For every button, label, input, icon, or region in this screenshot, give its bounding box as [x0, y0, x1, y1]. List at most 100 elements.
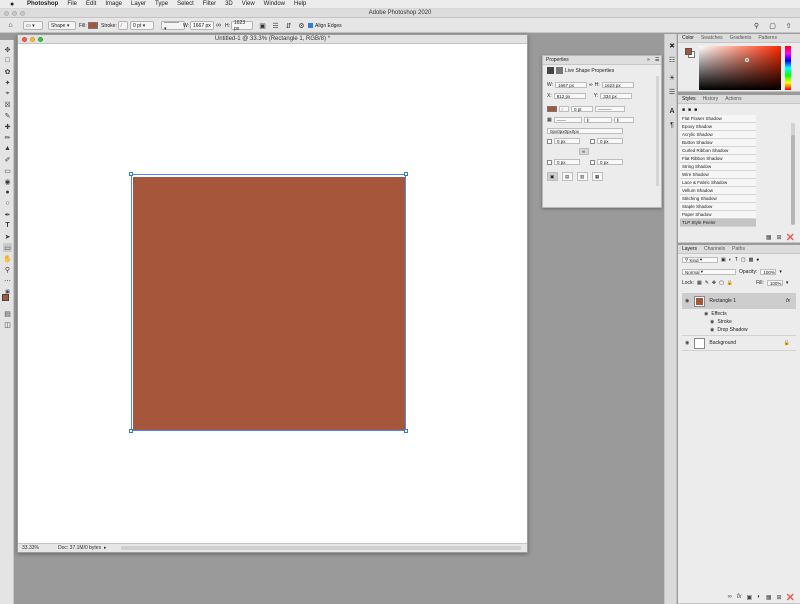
- style-item[interactable]: Vellum Shadow: [680, 187, 756, 195]
- tool-preset-picker[interactable]: ▭ ▾: [23, 21, 43, 30]
- prop-link-icon[interactable]: ∞: [589, 82, 593, 88]
- height-field[interactable]: 1623 px: [231, 20, 253, 32]
- transform-handle[interactable]: [404, 429, 408, 433]
- stroke-type-select[interactable]: ——— ▾: [161, 20, 185, 32]
- fill-swatch[interactable]: [88, 22, 98, 29]
- trash-icon[interactable]: ❌: [787, 594, 794, 601]
- magic-wand-tool-icon[interactable]: ✦: [3, 78, 12, 87]
- prop-fill-swatch[interactable]: [547, 106, 557, 112]
- tab-styles[interactable]: Styles: [682, 96, 696, 102]
- menu-edit[interactable]: Edit: [86, 1, 96, 7]
- paint-bucket-tool-icon[interactable]: ◉: [3, 177, 12, 186]
- style-item[interactable]: Epoxy Shadow: [680, 123, 756, 131]
- properties-scrollbar[interactable]: [656, 76, 659, 186]
- menu-file[interactable]: File: [67, 1, 77, 7]
- menu-help[interactable]: Help: [294, 1, 306, 7]
- add-mask-icon[interactable]: ▣: [747, 594, 753, 601]
- style-item[interactable]: Curled Ribbon Shadow: [680, 147, 756, 155]
- history-brush-tool-icon[interactable]: ✐: [3, 155, 12, 164]
- stroke-swatch[interactable]: ⁄: [118, 21, 128, 30]
- new-style-icon[interactable]: ⊞: [776, 234, 781, 241]
- filter-adjust-icon[interactable]: ◐: [729, 257, 732, 263]
- stroke-corners-select[interactable]: ‖: [613, 117, 634, 123]
- color-foreground-swatch[interactable]: [685, 48, 692, 55]
- opacity-field[interactable]: 100%: [760, 269, 777, 275]
- prop-width-field[interactable]: 1667 px: [555, 82, 588, 88]
- tab-gradients[interactable]: Gradients: [730, 35, 752, 41]
- new-group-icon[interactable]: ▦: [766, 594, 772, 601]
- prop-stroke-type[interactable]: ———: [595, 106, 625, 112]
- shape-mode-select[interactable]: Shape ▾: [48, 21, 76, 30]
- radius-bottom-left[interactable]: 0 px: [554, 159, 580, 165]
- exclude-shape-icon[interactable]: ▦: [592, 172, 603, 181]
- tab-layers[interactable]: Layers: [682, 246, 697, 252]
- view-large-icon[interactable]: ■: [694, 107, 697, 113]
- type-tool-icon[interactable]: T: [3, 221, 12, 230]
- new-layer-icon[interactable]: ⊞: [776, 594, 781, 601]
- opacity-arrow[interactable]: ▾: [779, 269, 782, 275]
- menu-image[interactable]: Image: [105, 1, 122, 7]
- width-field[interactable]: 1667 px: [190, 21, 214, 30]
- stroke-caps-select[interactable]: ‖: [583, 117, 612, 123]
- link-layers-icon[interactable]: ∞: [728, 594, 732, 601]
- apple-menu-icon[interactable]: ●: [10, 1, 18, 8]
- tab-paths[interactable]: Paths: [732, 246, 745, 252]
- style-item[interactable]: Stitching Shadow: [680, 195, 756, 203]
- character-panel-icon[interactable]: A: [668, 107, 676, 115]
- status-menu-icon[interactable]: ▸: [104, 545, 107, 551]
- color-picker-cursor[interactable]: [745, 58, 749, 62]
- lasso-tool-icon[interactable]: ✿: [3, 67, 12, 76]
- tab-history[interactable]: History: [703, 96, 719, 102]
- style-item[interactable]: Flat Ribbon Shadow: [680, 155, 756, 163]
- menu-app-name[interactable]: Photoshop: [27, 1, 58, 7]
- panel-menu-icon[interactable]: ☰: [655, 57, 659, 63]
- tab-channels[interactable]: Channels: [704, 246, 725, 252]
- tools-collapse-icon[interactable]: ✖: [668, 42, 676, 50]
- collapse-icon[interactable]: »: [647, 57, 650, 63]
- healing-brush-tool-icon[interactable]: ✚: [3, 122, 12, 131]
- view-thumb-icon[interactable]: ■: [688, 107, 691, 113]
- effects-row[interactable]: ◉ Effects: [704, 311, 727, 317]
- transform-handle[interactable]: [129, 172, 133, 176]
- properties-tab[interactable]: Properties: [546, 57, 569, 63]
- blend-mode-select[interactable]: Normal ▾: [682, 269, 736, 275]
- tab-actions[interactable]: Actions: [725, 96, 741, 102]
- visibility-eye-icon[interactable]: ◉: [685, 340, 689, 346]
- more-tools-icon[interactable]: ⋯: [3, 276, 12, 285]
- layer-row-background[interactable]: ◉ Background 🔒: [682, 335, 796, 351]
- properties-panel-icon[interactable]: ☰: [668, 88, 676, 96]
- lock-icon[interactable]: 🔒: [784, 340, 790, 346]
- clone-stamp-tool-icon[interactable]: ▲: [3, 144, 12, 153]
- background-color-swatch[interactable]: [5, 337, 12, 344]
- frame-tool-icon[interactable]: ☒: [3, 100, 12, 109]
- move-tool-icon[interactable]: ✥: [3, 45, 12, 54]
- prop-stroke-width[interactable]: 0 pt: [571, 106, 593, 112]
- menu-type[interactable]: Type: [155, 1, 168, 7]
- search-icon[interactable]: ⚲: [752, 21, 761, 30]
- visibility-eye-icon[interactable]: ◉: [710, 319, 714, 325]
- link-icon[interactable]: ∞: [214, 21, 223, 30]
- menu-select[interactable]: Select: [177, 1, 194, 7]
- styles-scrollbar-thumb[interactable]: [791, 135, 795, 225]
- stroke-width-field[interactable]: 0 pt ▾: [130, 21, 154, 30]
- crop-tool-icon[interactable]: ⌖: [3, 89, 12, 98]
- color-picker-field[interactable]: [699, 46, 781, 90]
- intersect-shape-icon[interactable]: ▥: [577, 172, 588, 181]
- align-edges-checkbox[interactable]: [308, 23, 313, 28]
- fill-arrow[interactable]: ▾: [786, 280, 789, 286]
- style-item[interactable]: Paper Shadow: [680, 211, 756, 219]
- filter-kind-select[interactable]: ⚲ Kind ▾: [682, 257, 718, 263]
- path-operations-icon[interactable]: ▣: [258, 21, 267, 30]
- transform-bounding-box[interactable]: [131, 174, 406, 431]
- transform-handle[interactable]: [404, 172, 408, 176]
- document-size[interactable]: Doc: 37.1M/0 bytes: [58, 545, 101, 551]
- style-item[interactable]: Wire Shadow: [680, 171, 756, 179]
- new-group-icon[interactable]: ▦: [766, 234, 772, 241]
- prop-y-field[interactable]: 334 px: [600, 93, 633, 99]
- style-item[interactable]: Button Shadow: [680, 139, 756, 147]
- filter-toggle-icon[interactable]: ●: [756, 257, 759, 263]
- layer-name[interactable]: Rectangle 1: [709, 298, 736, 304]
- tab-color[interactable]: Color: [682, 35, 694, 41]
- style-item[interactable]: String Shadow: [680, 163, 756, 171]
- menu-layer[interactable]: Layer: [131, 1, 146, 7]
